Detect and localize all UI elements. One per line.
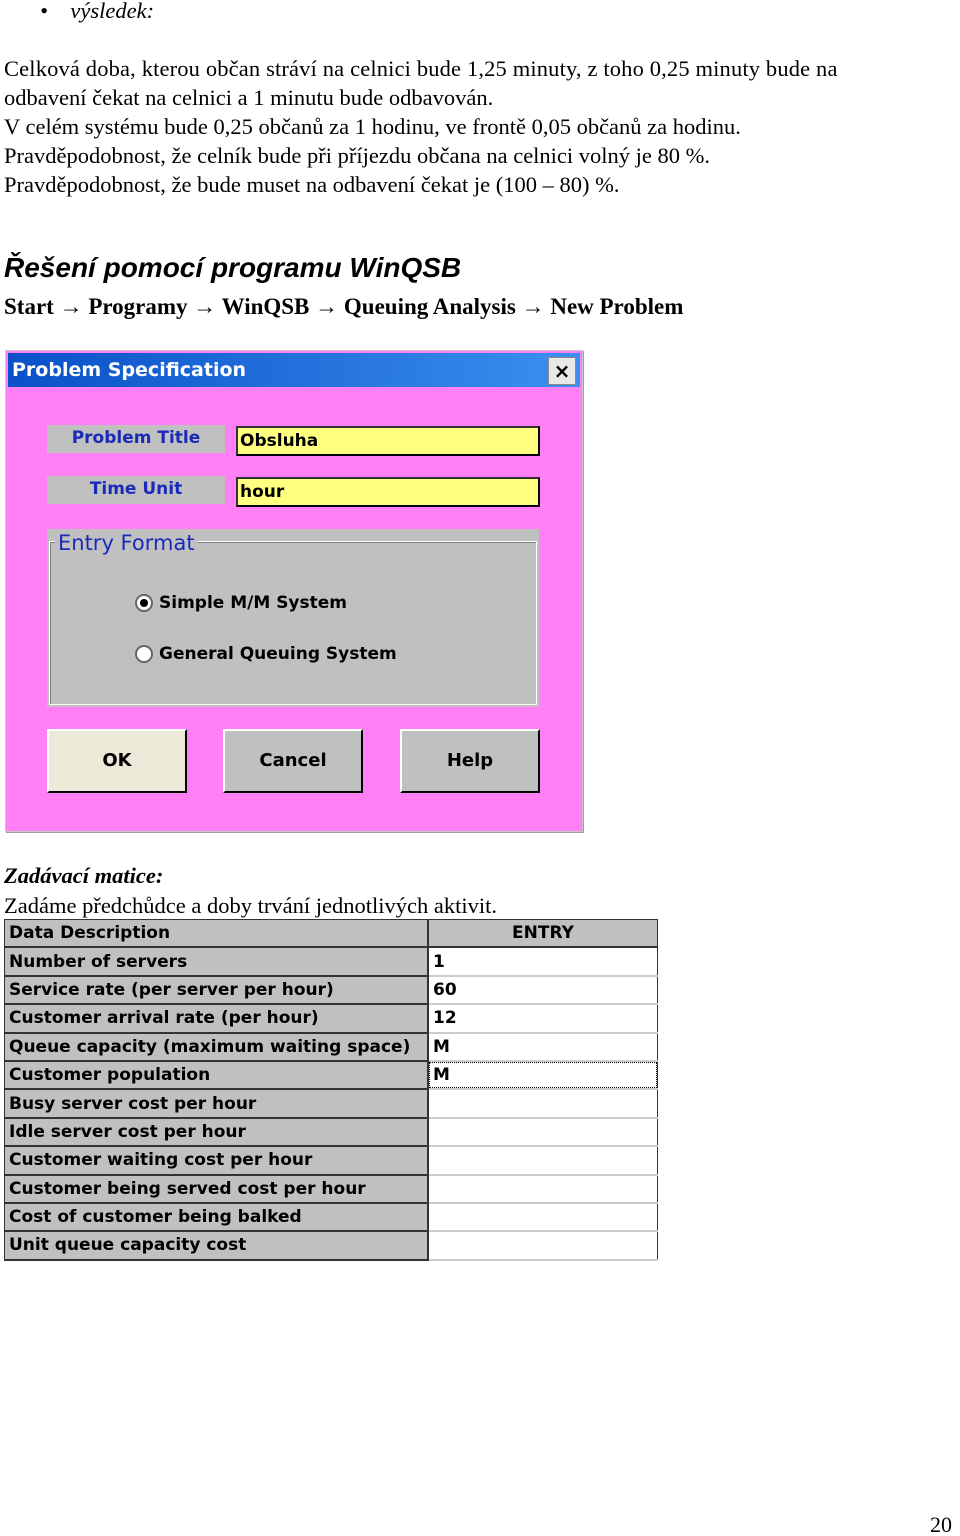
document-page: • výsledek: Celková doba, kterou občan s… [0,0,960,1536]
paragraph-line: odbavení čekat na celnici a 1 minutu bud… [4,85,494,110]
cancel-button[interactable]: Cancel [223,729,363,793]
time-unit-input[interactable]: hour [236,477,540,507]
table-row: Service rate (per server per hour) 60 [4,975,658,1006]
row-entry-cell[interactable]: 12 [428,1004,658,1034]
row-entry-cell[interactable] [428,1089,658,1119]
row-description: Queue capacity (maximum waiting space) [4,1032,429,1062]
data-entry-table: Data Description ENTRY Number of servers… [4,919,658,1261]
page-number: 20 [930,1512,952,1536]
row-entry-cell[interactable]: M [428,1060,658,1091]
table-row: Idle server cost per hour [4,1117,658,1148]
section-heading: Řešení pomocí programu WinQSB [4,252,462,283]
table-row: Customer arrival rate (per hour) 12 [4,1004,658,1034]
entry-format-label: Entry Format [55,531,198,555]
header-entry: ENTRY [428,919,658,949]
radio-simple-mm[interactable]: Simple M/M System [135,593,347,613]
radio-label: Simple M/M System [159,593,348,613]
close-icon[interactable]: × [548,357,576,385]
table-row: Cost of customer being balked [4,1202,658,1233]
table-header-row: Data Description ENTRY [4,919,658,949]
ok-button[interactable]: OK [47,729,187,793]
paragraph-line: Pravděpodobnost, že celník bude při příj… [4,143,711,168]
row-description: Idle server cost per hour [4,1117,429,1148]
row-entry-cell[interactable] [428,1231,658,1261]
group-frame [49,541,537,705]
row-entry-cell[interactable] [428,1146,658,1176]
header-data-description: Data Description [4,919,429,949]
table-row: Queue capacity (maximum waiting space) M [4,1032,658,1062]
row-description: Customer population [4,1060,429,1091]
row-description: Number of servers [4,947,429,977]
paragraph-line: Celková doba, kterou občan stráví na cel… [4,56,838,81]
problem-specification-dialog: Problem Specification × Problem Title Ob… [5,350,583,832]
radio-unselected-icon[interactable] [135,645,153,663]
time-unit-label: Time Unit [47,476,225,504]
table-row: Number of servers 1 [4,947,658,977]
radio-selected-icon[interactable] [135,594,153,612]
row-description: Unit queue capacity cost [4,1231,429,1261]
radio-general-queuing[interactable]: General Queuing System [135,644,397,664]
entry-format-group: Entry Format Simple M/M System General Q… [47,529,539,707]
paragraph-line: Pravděpodobnost, že bude muset na odbave… [4,172,620,197]
row-description: Cost of customer being balked [4,1202,429,1233]
row-entry-cell[interactable] [428,1202,658,1233]
row-entry-cell[interactable]: 60 [428,975,658,1006]
matrix-text: Zadáme předchůdce a doby trvání jednotli… [4,893,497,918]
bullet-item: • výsledek: [40,0,155,23]
bullet-label: výsledek: [70,0,155,23]
table-row: Customer population M [4,1060,658,1091]
row-entry-cell[interactable]: M [428,1032,658,1062]
table-row: Busy server cost per hour [4,1089,658,1119]
menu-path: Start → Programy → WinQSB → Queuing Anal… [4,294,684,319]
dialog-title: Problem Specification [12,359,247,381]
row-entry-cell[interactable] [428,1117,658,1148]
row-entry-cell[interactable]: 1 [428,947,658,977]
table-row: Customer being served cost per hour [4,1174,658,1204]
radio-label: General Queuing System [159,644,397,664]
dialog-titlebar: Problem Specification × [8,353,580,387]
problem-title-label: Problem Title [47,425,225,453]
row-description: Customer being served cost per hour [4,1174,429,1204]
problem-title-input[interactable]: Obsluha [236,426,540,456]
row-description: Service rate (per server per hour) [4,975,429,1006]
help-button[interactable]: Help [400,729,540,793]
row-entry-cell[interactable] [428,1174,658,1204]
row-description: Customer arrival rate (per hour) [4,1004,429,1034]
table-row: Customer waiting cost per hour [4,1146,658,1176]
paragraph-line: V celém systému bude 0,25 občanů za 1 ho… [4,114,741,139]
row-description: Busy server cost per hour [4,1089,429,1119]
table-row: Unit queue capacity cost [4,1231,658,1261]
row-description: Customer waiting cost per hour [4,1146,429,1176]
matrix-heading: Zadávací matice: [4,863,164,888]
